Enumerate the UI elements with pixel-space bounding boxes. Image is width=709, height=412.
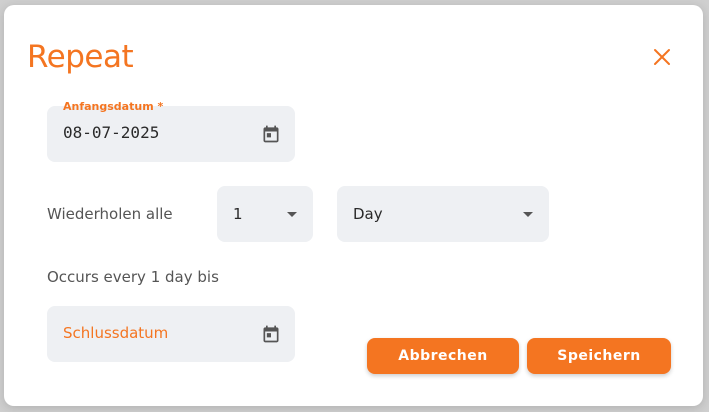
- calendar-icon[interactable]: [261, 324, 281, 344]
- save-button[interactable]: Speichern: [527, 338, 671, 374]
- unit-value: Day: [353, 205, 383, 223]
- interval-value: 1: [233, 205, 243, 223]
- end-date-placeholder: Schlussdatum: [63, 324, 169, 342]
- dialog-title: Repeat: [27, 39, 134, 75]
- repeat-label: Wiederholen alle: [47, 205, 173, 223]
- chevron-down-icon: [523, 212, 533, 217]
- interval-select[interactable]: 1: [217, 186, 313, 242]
- start-date-label: Anfangsdatum *: [63, 100, 164, 113]
- occurrence-summary: Occurs every 1 day bis: [47, 268, 219, 286]
- calendar-icon[interactable]: [261, 124, 281, 144]
- cancel-button[interactable]: Abbrechen: [367, 338, 519, 374]
- start-date-field[interactable]: 08-07-2025: [47, 106, 295, 162]
- chevron-down-icon: [287, 212, 297, 217]
- end-date-field[interactable]: Schlussdatum: [47, 306, 295, 362]
- close-icon[interactable]: [652, 47, 672, 67]
- start-date-value: 08-07-2025: [63, 123, 160, 142]
- unit-select[interactable]: Day: [337, 186, 549, 242]
